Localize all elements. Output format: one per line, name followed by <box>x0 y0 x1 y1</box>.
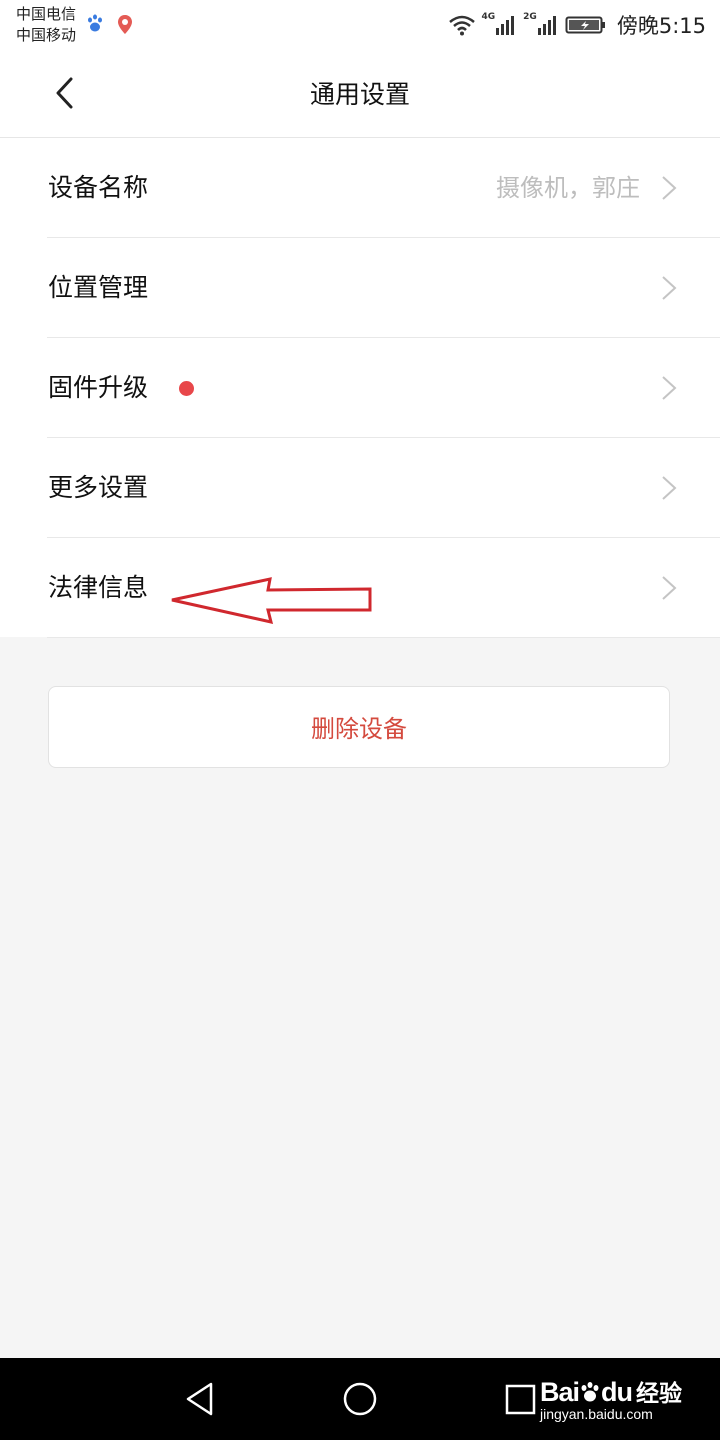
network-type-2: 2G <box>523 12 537 22</box>
chevron-left-icon <box>56 77 73 109</box>
update-badge <box>179 381 194 396</box>
watermark-logo: Bai <box>539 1377 580 1407</box>
red-arrow-left-icon <box>171 577 372 624</box>
baidu-paw-icon <box>581 1382 599 1402</box>
battery-charging-icon <box>565 16 605 34</box>
settings-list: 设备名称 摄像机，郭庄 位置管理 固件升级 更多设置 法律信息 <box>0 138 720 638</box>
chevron-right-icon <box>662 376 677 400</box>
settings-item-label: 固件升级 <box>48 373 149 402</box>
watermark-logo-suffix: du <box>601 1377 633 1407</box>
network-type-1: 4G <box>481 12 496 22</box>
home-circle-icon[interactable] <box>340 1379 380 1419</box>
recents-square-icon[interactable] <box>500 1379 540 1419</box>
chevron-right-icon <box>662 476 677 500</box>
page-title: 通用设置 <box>309 80 410 109</box>
chevron-right-icon <box>662 576 677 600</box>
settings-item-label: 法律信息 <box>48 573 149 602</box>
chevron-right-icon <box>662 176 677 200</box>
back-triangle-icon[interactable] <box>180 1379 220 1419</box>
watermark-url: jingyan.baidu.com <box>539 1406 653 1422</box>
chevron-right-icon <box>662 276 677 300</box>
signal-icon <box>537 16 556 35</box>
status-icons: 4G 2G 傍晚5:15 <box>448 10 706 40</box>
settings-item-more[interactable]: 更多设置 <box>0 438 720 538</box>
header: 通用设置 <box>0 50 720 138</box>
wifi-icon <box>448 15 475 36</box>
carrier-2-label: 中国移动 <box>16 26 77 44</box>
watermark-text: 经验 <box>636 1381 682 1407</box>
delete-device-button[interactable]: 删除设备 <box>48 686 670 768</box>
settings-item-label: 更多设置 <box>48 473 149 502</box>
baidu-paw-icon <box>88 14 102 32</box>
signal-icon <box>496 16 515 35</box>
settings-item-device-name[interactable]: 设备名称 摄像机，郭庄 <box>0 138 720 238</box>
settings-item-firmware[interactable]: 固件升级 <box>0 338 720 438</box>
settings-item-location[interactable]: 位置管理 <box>0 238 720 338</box>
back-button[interactable] <box>40 68 90 118</box>
divider <box>47 637 720 638</box>
clock: 傍晚5:15 <box>616 14 706 38</box>
status-bar: 中国电信 中国移动 4G 2G 傍晚5:15 <box>0 0 720 50</box>
baidu-jingyan-watermark: Bai du 经验 jingyan.baidu.com <box>539 1374 682 1422</box>
carrier-1-label: 中国电信 <box>16 5 77 23</box>
location-pin-icon <box>118 15 132 34</box>
settings-item-label: 位置管理 <box>48 273 149 302</box>
settings-item-value: 摄像机，郭庄 <box>496 174 640 202</box>
settings-item-label: 设备名称 <box>48 173 149 202</box>
